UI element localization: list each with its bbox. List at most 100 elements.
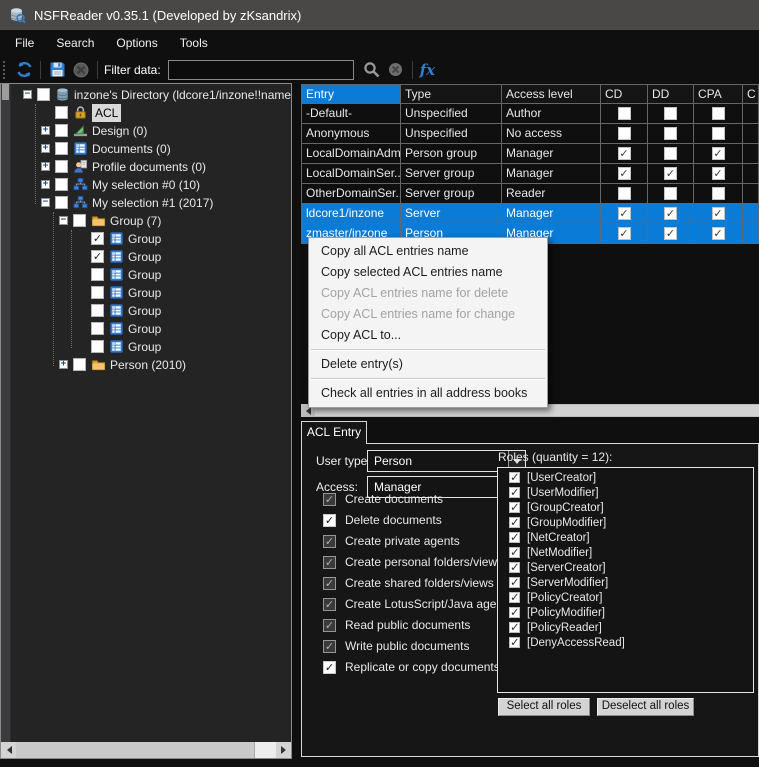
- scrollbar-thumb[interactable]: [2, 84, 9, 100]
- expand-icon[interactable]: +: [41, 162, 50, 171]
- role-item[interactable]: [UserCreator]: [498, 470, 753, 485]
- checkbox[interactable]: [618, 207, 631, 220]
- tree-item[interactable]: ACL: [11, 104, 291, 122]
- tree-item[interactable]: + Profile documents (0): [11, 158, 291, 176]
- tree-checkbox[interactable]: [91, 232, 104, 245]
- cell-dd-checkbox[interactable]: [648, 104, 694, 124]
- cell-dd-checkbox[interactable]: [648, 144, 694, 164]
- role-checkbox[interactable]: [509, 592, 520, 603]
- tree-checkbox[interactable]: [91, 304, 104, 317]
- cell-dd-checkbox[interactable]: [648, 124, 694, 144]
- tree-item-label[interactable]: Profile documents (0): [92, 158, 206, 176]
- cell-dd-checkbox[interactable]: [648, 204, 694, 224]
- tab-acl-entry[interactable]: ACL Entry: [301, 421, 367, 444]
- table-row[interactable]: -Default-UnspecifiedAuthor: [301, 104, 759, 124]
- role-checkbox[interactable]: [509, 532, 520, 543]
- column-header-type[interactable]: Type: [401, 84, 502, 104]
- checkbox[interactable]: [618, 127, 631, 140]
- tree-item-label[interactable]: Group (7): [110, 212, 161, 230]
- checkbox[interactable]: [712, 187, 725, 200]
- role-item[interactable]: [ServerModifier]: [498, 575, 753, 590]
- table-row[interactable]: LocalDomainSer...Server groupManager: [301, 164, 759, 184]
- checkbox[interactable]: [664, 147, 677, 160]
- role-checkbox[interactable]: [509, 547, 520, 558]
- role-item[interactable]: [DenyAccessRead]: [498, 635, 753, 650]
- cell-cpa-checkbox[interactable]: [694, 224, 743, 244]
- tree-item[interactable]: Group: [11, 284, 291, 302]
- cell-cpa-checkbox[interactable]: [694, 204, 743, 224]
- cell-cd-checkbox[interactable]: [601, 144, 648, 164]
- cell-cd-checkbox[interactable]: [601, 224, 648, 244]
- column-header-cpa[interactable]: CPA: [694, 84, 743, 104]
- scroll-right-arrow[interactable]: [276, 742, 291, 758]
- role-item[interactable]: [GroupModifier]: [498, 515, 753, 530]
- column-header-dd[interactable]: DD: [648, 84, 694, 104]
- context-menu-item[interactable]: Copy selected ACL entries name: [310, 262, 546, 283]
- role-item[interactable]: [PolicyModifier]: [498, 605, 753, 620]
- tree-item[interactable]: Group: [11, 248, 291, 266]
- menu-search[interactable]: Search: [45, 32, 105, 54]
- tree-item[interactable]: − Group (7): [11, 212, 291, 230]
- table-row[interactable]: ldcore1/inzoneServerManager: [301, 204, 759, 224]
- tree-item-label[interactable]: Group: [128, 320, 161, 338]
- tree-checkbox[interactable]: [91, 250, 104, 263]
- role-checkbox[interactable]: [509, 487, 520, 498]
- scroll-left-arrow[interactable]: [1, 742, 16, 758]
- cell-cd-checkbox[interactable]: [601, 184, 648, 204]
- checkbox[interactable]: [618, 227, 631, 240]
- role-checkbox[interactable]: [509, 607, 520, 618]
- cell-dd-checkbox[interactable]: [648, 224, 694, 244]
- tree-item-label[interactable]: ACL: [92, 104, 121, 122]
- cell-dd-checkbox[interactable]: [648, 184, 694, 204]
- role-checkbox[interactable]: [509, 562, 520, 573]
- tree-item[interactable]: Group: [11, 320, 291, 338]
- tree-item[interactable]: −My selection #1 (2017): [11, 194, 291, 212]
- role-checkbox[interactable]: [509, 502, 520, 513]
- tree-item[interactable]: Group: [11, 338, 291, 356]
- collapse-icon[interactable]: −: [41, 198, 50, 207]
- tree-item-label[interactable]: Group: [128, 230, 161, 248]
- table-row[interactable]: AnonymousUnspecifiedNo access: [301, 124, 759, 144]
- role-checkbox[interactable]: [509, 517, 520, 528]
- expand-icon[interactable]: +: [41, 126, 50, 135]
- checkbox[interactable]: [712, 227, 725, 240]
- tree-item-label[interactable]: Group: [128, 266, 161, 284]
- tree-item-label[interactable]: Documents (0): [92, 140, 171, 158]
- scrollbar-thumb[interactable]: [16, 742, 255, 758]
- tree-item[interactable]: −inzone's Directory (ldcore1/inzone!!nam…: [11, 86, 291, 104]
- permission-row[interactable]: Replicate or copy documents: [314, 659, 500, 675]
- expand-icon[interactable]: +: [41, 180, 50, 189]
- table-row[interactable]: LocalDomainAdm...Person groupManager: [301, 144, 759, 164]
- filter-input[interactable]: [168, 60, 354, 80]
- roles-listbox[interactable]: [UserCreator][UserModifier][GroupCreator…: [497, 467, 754, 693]
- checkbox[interactable]: [712, 127, 725, 140]
- checkbox[interactable]: [618, 147, 631, 160]
- permission-row[interactable]: Delete documents: [314, 512, 442, 528]
- refresh-button[interactable]: [12, 59, 36, 81]
- checkbox[interactable]: [664, 167, 677, 180]
- cell-cpa-checkbox[interactable]: [694, 184, 743, 204]
- fx-button[interactable]: fx: [417, 61, 438, 79]
- column-header-access-level[interactable]: Access level: [502, 84, 601, 104]
- tree-checkbox[interactable]: [55, 160, 68, 173]
- role-item[interactable]: [GroupCreator]: [498, 500, 753, 515]
- role-checkbox[interactable]: [509, 622, 520, 633]
- cell-cd-checkbox[interactable]: [601, 104, 648, 124]
- collapse-icon[interactable]: −: [59, 216, 68, 225]
- column-header-cd[interactable]: CD: [601, 84, 648, 104]
- cell-dd-checkbox[interactable]: [648, 164, 694, 184]
- tree-item-label[interactable]: Group: [128, 338, 161, 356]
- tree-item[interactable]: +Documents (0): [11, 140, 291, 158]
- toolbar-grip[interactable]: [3, 61, 8, 79]
- checkbox[interactable]: [618, 187, 631, 200]
- checkbox[interactable]: [664, 127, 677, 140]
- column-header-entry[interactable]: Entry: [301, 84, 401, 104]
- tree-checkbox[interactable]: [55, 142, 68, 155]
- tree-item-label[interactable]: Design (0): [92, 122, 147, 140]
- cell-cd-checkbox[interactable]: [601, 124, 648, 144]
- context-menu-item[interactable]: Copy all ACL entries name: [310, 241, 546, 262]
- role-item[interactable]: [UserModifier]: [498, 485, 753, 500]
- cell-cd-checkbox[interactable]: [601, 164, 648, 184]
- role-item[interactable]: [PolicyReader]: [498, 620, 753, 635]
- context-menu-item[interactable]: Check all entries in all address books: [310, 383, 546, 404]
